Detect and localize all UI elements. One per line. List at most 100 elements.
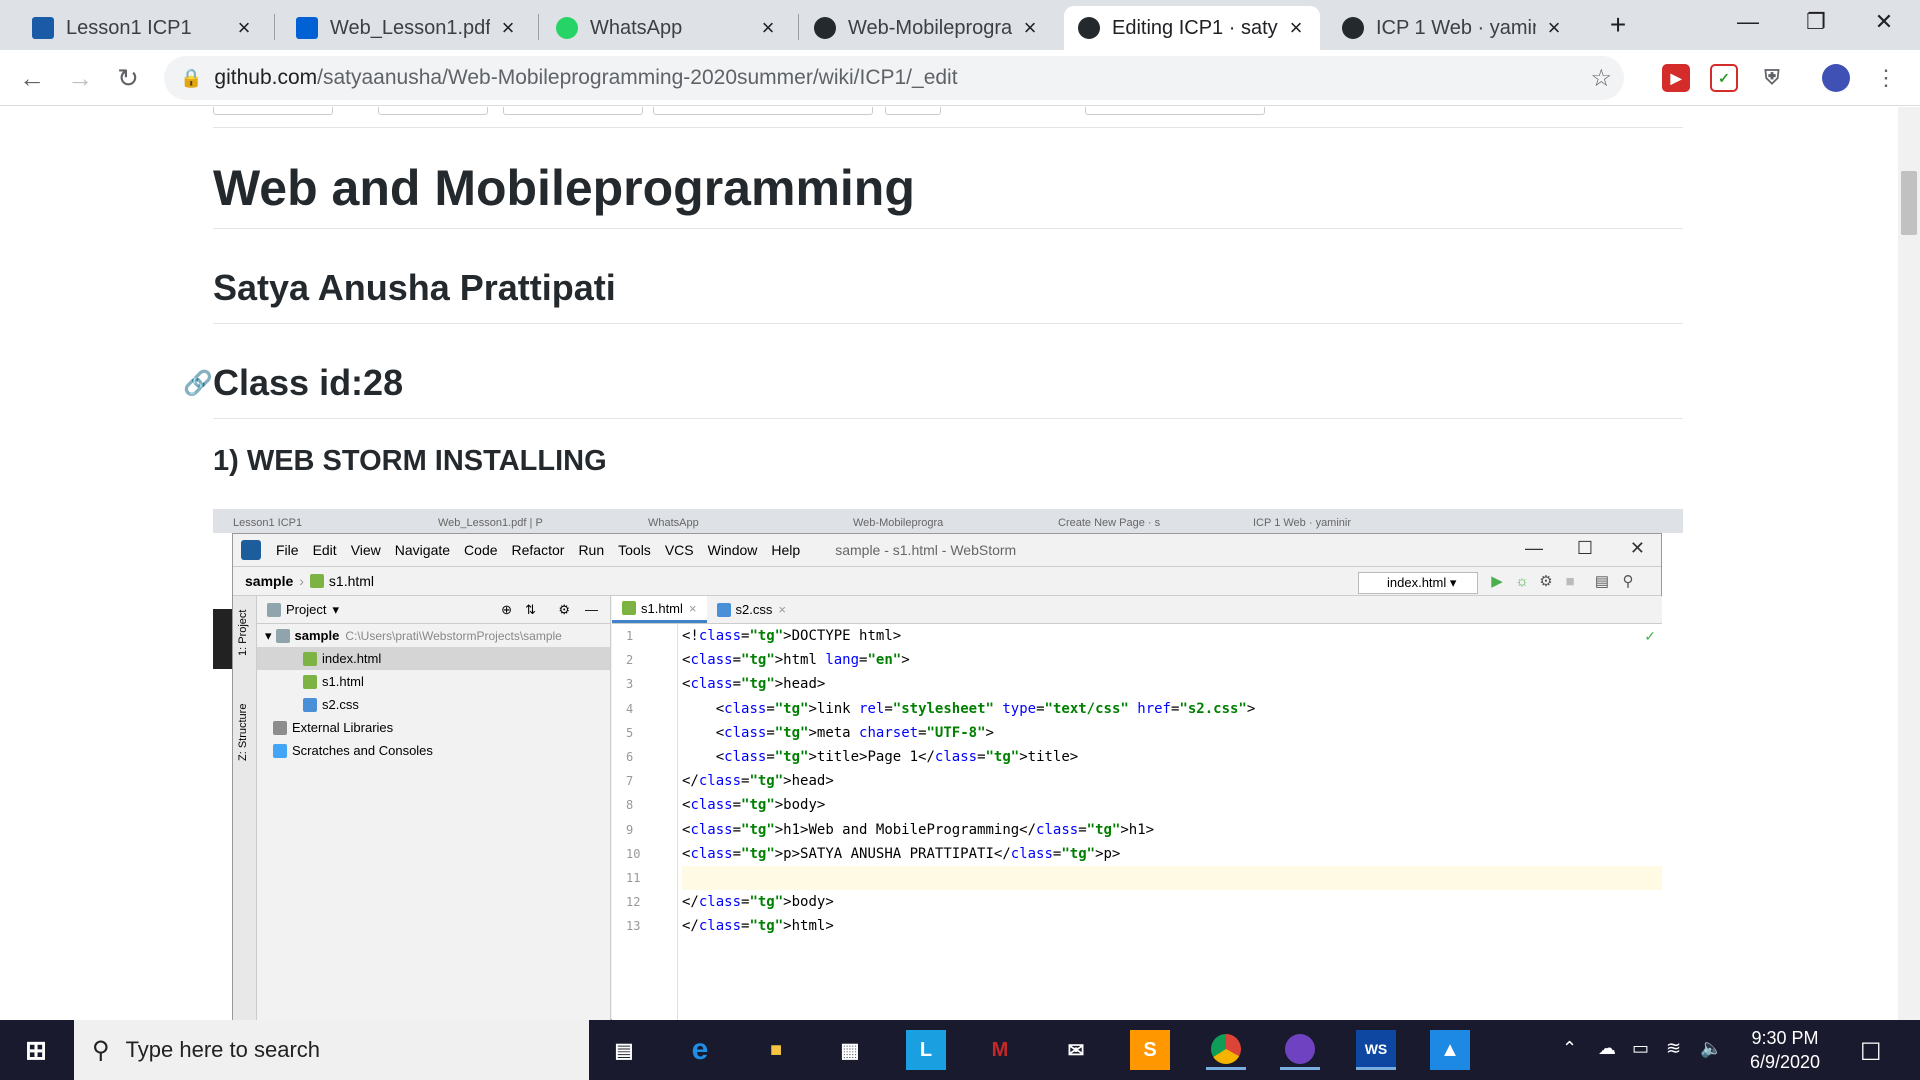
file-explorer-icon[interactable]: ■ (756, 1030, 796, 1070)
browser-tab[interactable]: Web_Lesson1.pdf | Po × (282, 6, 532, 50)
windows-start-icon[interactable]: ⊞ (16, 1030, 56, 1070)
close-icon[interactable]: × (498, 15, 518, 41)
menu-tools[interactable]: Tools (618, 542, 651, 558)
volume-icon[interactable]: 🔈 (1700, 1038, 1722, 1059)
maximize-icon[interactable]: ☐ (1577, 538, 1593, 559)
menu-view[interactable]: View (351, 542, 381, 558)
browser-tab[interactable]: ICP 1 Web · yaminire × (1328, 6, 1578, 50)
bookmark-star-icon[interactable]: ☆ (1590, 64, 1612, 93)
lync-icon[interactable]: L (906, 1030, 946, 1070)
webstorm-icon[interactable]: WS (1356, 1030, 1396, 1070)
code-line[interactable]: <class="tg">head> (682, 672, 1662, 696)
extension-icon[interactable]: ▶ (1662, 64, 1690, 92)
hide-icon[interactable]: — (585, 602, 598, 617)
github-desktop-icon[interactable] (1280, 1030, 1320, 1070)
menu-run[interactable]: Run (578, 542, 604, 558)
extension-icon[interactable]: ✓ (1710, 64, 1738, 92)
code-line[interactable]: <class="tg">link rel="stylesheet" type="… (682, 697, 1662, 721)
collapse-icon[interactable]: ⇅ (525, 602, 536, 618)
menu-refactor[interactable]: Refactor (512, 542, 565, 558)
close-icon[interactable]: × (1544, 15, 1564, 41)
menu-code[interactable]: Code (464, 542, 497, 558)
chevron-up-icon[interactable]: ⌃ (1562, 1038, 1577, 1059)
close-icon[interactable]: × (758, 15, 778, 41)
wifi-icon[interactable]: ≋ (1666, 1038, 1681, 1059)
restore-icon[interactable]: ❐ (1782, 0, 1850, 44)
tree-item[interactable]: Scratches and Consoles (257, 739, 610, 762)
stop-icon[interactable]: ■ (1561, 573, 1579, 591)
link-icon[interactable]: 🔗 (183, 369, 213, 398)
run-config-select[interactable]: index.html ▾ (1358, 572, 1478, 594)
store-icon[interactable]: ▦ (830, 1030, 870, 1070)
code-line[interactable]: <class="tg">title>Page 1</class="tg">tit… (682, 745, 1662, 769)
photos-icon[interactable]: ▲ (1430, 1030, 1470, 1070)
close-icon[interactable]: ✕ (1630, 538, 1645, 559)
code-line[interactable]: </class="tg">head> (682, 769, 1662, 793)
new-tab-button[interactable]: + (1584, 3, 1652, 47)
code-area[interactable]: <!class="tg">DOCTYPE html> <class="tg">ht… (682, 624, 1662, 1020)
browser-tab[interactable]: Lesson1 ICP1 × (18, 6, 268, 50)
code-line[interactable]: <class="tg">body> (682, 793, 1662, 817)
address-bar[interactable]: 🔒 github.com/satyaanusha/Web-Mobileprogr… (164, 56, 1624, 100)
editor-tab[interactable]: s1.html × (612, 596, 707, 623)
breadcrumb-file[interactable]: s1.html (329, 573, 374, 589)
menu-icon[interactable]: ⋮ (1866, 58, 1906, 98)
browser-tab[interactable]: WhatsApp × (542, 6, 792, 50)
mcafee-icon[interactable]: M (980, 1030, 1020, 1070)
close-icon[interactable]: ✕ (1850, 0, 1918, 44)
run-icon[interactable]: ▶ (1488, 573, 1506, 591)
edge-icon[interactable]: e (680, 1030, 720, 1070)
close-icon[interactable]: × (1020, 15, 1040, 41)
editor-tab[interactable]: s2.css × (707, 596, 796, 623)
battery-icon[interactable]: ▭ (1632, 1038, 1649, 1059)
code-line[interactable]: </class="tg">html> (682, 914, 1662, 938)
code-line[interactable]: <class="tg">p>SATYA ANUSHA PRATTIPATI</c… (682, 842, 1662, 866)
locate-icon[interactable]: ⊕ (501, 602, 512, 618)
code-line[interactable]: <class="tg">html lang="en"> (682, 648, 1662, 672)
mail-icon[interactable]: ✉ (1056, 1030, 1096, 1070)
notifications-icon[interactable]: ☐ (1860, 1038, 1882, 1067)
sublime-icon[interactable]: S (1130, 1030, 1170, 1070)
close-icon[interactable]: × (689, 595, 697, 622)
browser-tab[interactable]: Editing ICP1 · satyaa × (1064, 6, 1320, 50)
expand-arrow-icon[interactable]: ▾ (265, 628, 272, 644)
code-line[interactable]: <class="tg">meta charset="UTF-8"> (682, 721, 1662, 745)
taskbar-search[interactable]: ⚲ Type here to search (74, 1020, 589, 1080)
close-icon[interactable]: × (778, 596, 786, 623)
forward-icon[interactable]: → (60, 58, 100, 98)
project-structure-icon[interactable]: ▤ (1593, 573, 1611, 591)
scrollbar-thumb[interactable] (1901, 171, 1917, 235)
debug-icon[interactable]: ☼ (1513, 573, 1531, 591)
project-panel-title[interactable]: Project (286, 602, 326, 617)
code-line[interactable]: </class="tg">body> (682, 890, 1662, 914)
menu-navigate[interactable]: Navigate (395, 542, 450, 558)
close-icon[interactable]: × (1286, 15, 1306, 41)
tree-item[interactable]: ▾ sample C:\Users\prati\WebstormProjects\… (257, 624, 610, 647)
browser-tab[interactable]: Web-Mobileprogram × (800, 6, 1054, 50)
close-icon[interactable]: × (234, 15, 254, 41)
avatar[interactable] (1822, 64, 1850, 92)
structure-tool-tab[interactable]: Z: Structure (237, 704, 249, 761)
shield-icon[interactable]: ⛨ (1758, 64, 1786, 92)
task-view-icon[interactable]: ▤ (604, 1030, 644, 1070)
menu-help[interactable]: Help (771, 542, 800, 558)
search-icon[interactable]: ⚲ (1619, 573, 1637, 591)
system-clock[interactable]: 9:30 PM 6/9/2020 (1740, 1026, 1830, 1074)
coverage-icon[interactable]: ⚙ (1537, 573, 1555, 591)
tree-item[interactable]: s1.html (257, 670, 610, 693)
reload-icon[interactable]: ↻ (108, 58, 148, 98)
chrome-icon[interactable] (1206, 1030, 1246, 1070)
code-line[interactable]: <class="tg">h1>Web and MobileProgramming… (682, 818, 1662, 842)
tree-item[interactable]: s2.css (257, 693, 610, 716)
menu-vcs[interactable]: VCS (665, 542, 694, 558)
menu-edit[interactable]: Edit (313, 542, 337, 558)
code-line[interactable] (682, 865, 1662, 891)
menu-file[interactable]: File (276, 542, 299, 558)
project-tool-tab[interactable]: 1: Project (237, 610, 249, 656)
minimize-icon[interactable]: — (1714, 0, 1782, 44)
code-line[interactable]: <!class="tg">DOCTYPE html> (682, 624, 1662, 648)
tree-item[interactable]: index.html (257, 647, 610, 670)
tree-item[interactable]: External Libraries (257, 716, 610, 739)
minimize-icon[interactable]: — (1525, 538, 1543, 559)
onedrive-icon[interactable]: ☁ (1598, 1038, 1616, 1059)
